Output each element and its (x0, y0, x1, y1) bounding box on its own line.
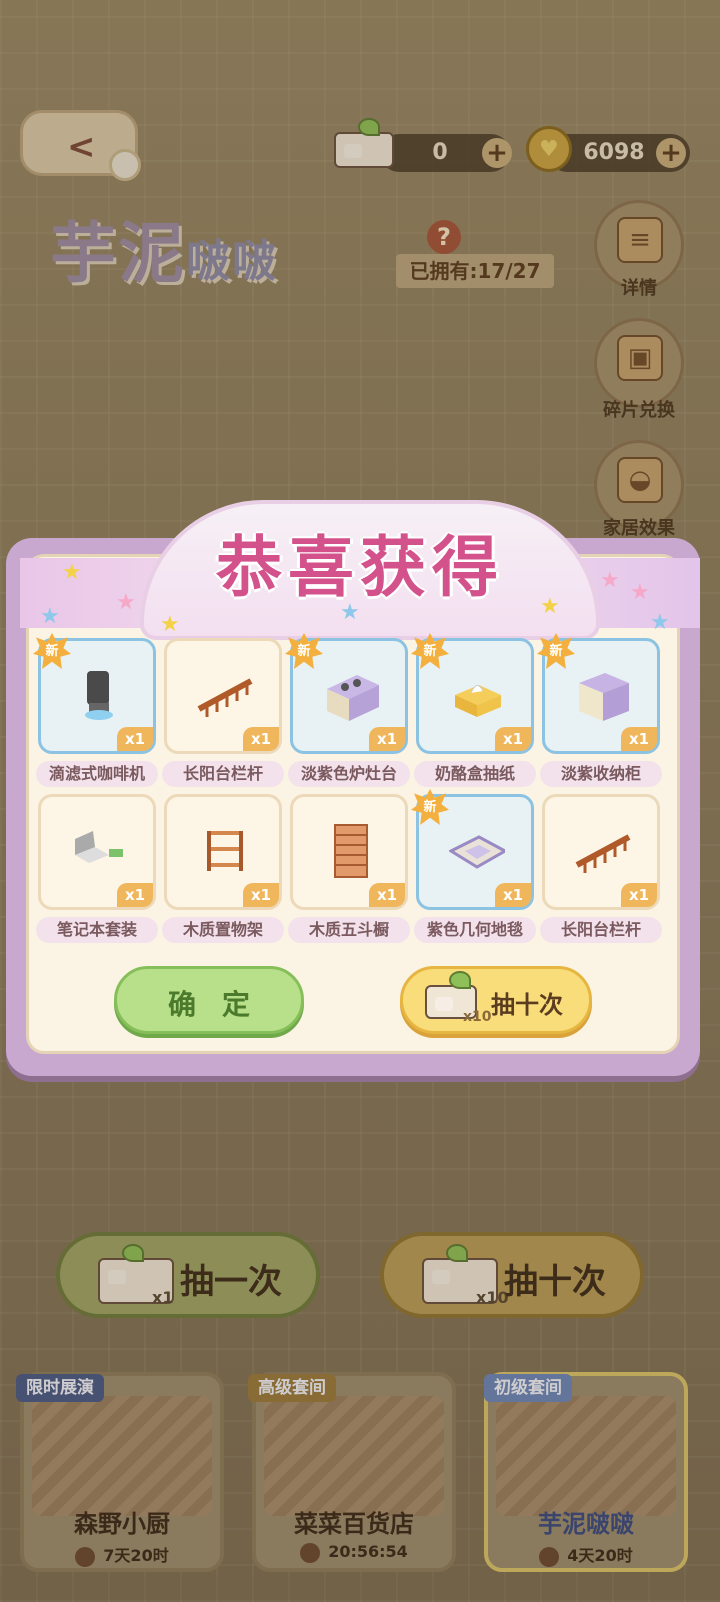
reward-item[interactable]: x1 新 (411, 633, 534, 754)
new-badge-icon: 新 (537, 633, 575, 669)
item-name: 木质置物架 (162, 917, 284, 943)
star-icon: ★ (650, 610, 670, 635)
reward-item[interactable]: x1 (290, 794, 408, 910)
item-quantity: x1 (369, 727, 405, 751)
new-badge-icon: 新 (285, 633, 323, 669)
drawer-chest-icon (323, 821, 379, 881)
reward-item[interactable]: x1 新 (411, 789, 534, 910)
item-name: 奶酪盒抽纸 (414, 761, 536, 787)
reward-item[interactable]: x1 (38, 794, 156, 910)
rug-icon (447, 821, 509, 881)
item-name: 紫色几何地毯 (414, 917, 536, 943)
new-badge-icon: 新 (33, 633, 71, 669)
railing-icon (197, 665, 253, 725)
draw-ten-again-multiplier: x10 (463, 1009, 492, 1025)
item-name: 滴滤式咖啡机 (36, 761, 158, 787)
item-quantity: x1 (495, 883, 531, 907)
item-name: 木质五斗橱 (288, 917, 410, 943)
cabinet-icon (575, 665, 631, 725)
star-icon: ★ (160, 612, 180, 637)
reward-item[interactable]: x1 新 (285, 633, 408, 754)
item-quantity: x1 (243, 883, 279, 907)
laptop-icon (71, 821, 127, 881)
confirm-button[interactable]: 确定 (114, 966, 304, 1034)
stove-icon (323, 665, 379, 725)
item-quantity: x1 (117, 727, 153, 751)
item-name: 长阳台栏杆 (162, 761, 284, 787)
item-name: 淡紫色炉灶台 (288, 761, 410, 787)
item-quantity: x1 (369, 883, 405, 907)
new-badge-icon: 新 (411, 789, 449, 825)
draw-ten-again-button[interactable]: x10 抽十次 (400, 966, 592, 1034)
tissue-box-icon (449, 665, 505, 725)
reward-item[interactable]: x1 (542, 794, 660, 910)
reward-item[interactable]: x1 新 (537, 633, 660, 754)
item-name: 淡紫收纳柜 (540, 761, 662, 787)
item-quantity: x1 (495, 727, 531, 751)
reward-item[interactable]: x1 (164, 638, 282, 754)
item-quantity: x1 (243, 727, 279, 751)
item-name: 笔记本套装 (36, 917, 158, 943)
item-quantity: x1 (621, 883, 657, 907)
reward-item[interactable]: x1 新 (33, 633, 156, 754)
item-name: 长阳台栏杆 (540, 917, 662, 943)
draw-ten-again-label: 抽十次 (491, 991, 563, 1019)
reward-title: 恭喜获得 (216, 529, 504, 606)
railing-icon (575, 821, 631, 881)
new-badge-icon: 新 (411, 633, 449, 669)
shelf-icon (197, 821, 253, 881)
item-quantity: x1 (117, 883, 153, 907)
item-quantity: x1 (621, 727, 657, 751)
reward-item[interactable]: x1 (164, 794, 282, 910)
coffee-machine-icon (71, 665, 127, 725)
